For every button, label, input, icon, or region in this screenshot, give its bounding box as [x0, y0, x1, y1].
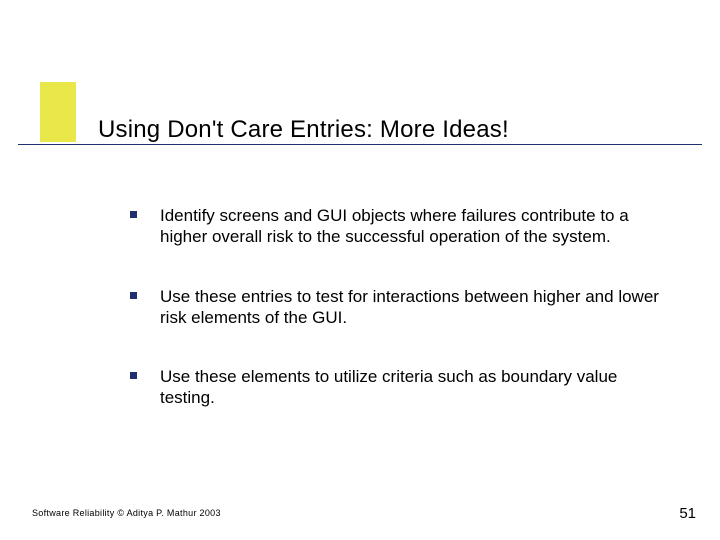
slide: Using Don't Care Entries: More Ideas! Id…: [0, 0, 720, 540]
slide-body: Identify screens and GUI objects where f…: [130, 205, 670, 447]
bullet-text: Use these entries to test for interactio…: [160, 287, 659, 327]
list-item: Use these elements to utilize criteria s…: [130, 366, 670, 409]
footer-text: Software Reliability © Aditya P. Mathur …: [32, 508, 221, 518]
accent-block: [40, 82, 76, 142]
bullet-text: Use these elements to utilize criteria s…: [160, 367, 617, 407]
list-item: Identify screens and GUI objects where f…: [130, 205, 670, 248]
page-number: 51: [679, 505, 696, 522]
bullet-text: Identify screens and GUI objects where f…: [160, 206, 629, 246]
list-item: Use these entries to test for interactio…: [130, 286, 670, 329]
title-rule: [18, 144, 702, 145]
bullet-list: Identify screens and GUI objects where f…: [130, 205, 670, 409]
slide-title: Using Don't Care Entries: More Ideas!: [98, 116, 509, 144]
